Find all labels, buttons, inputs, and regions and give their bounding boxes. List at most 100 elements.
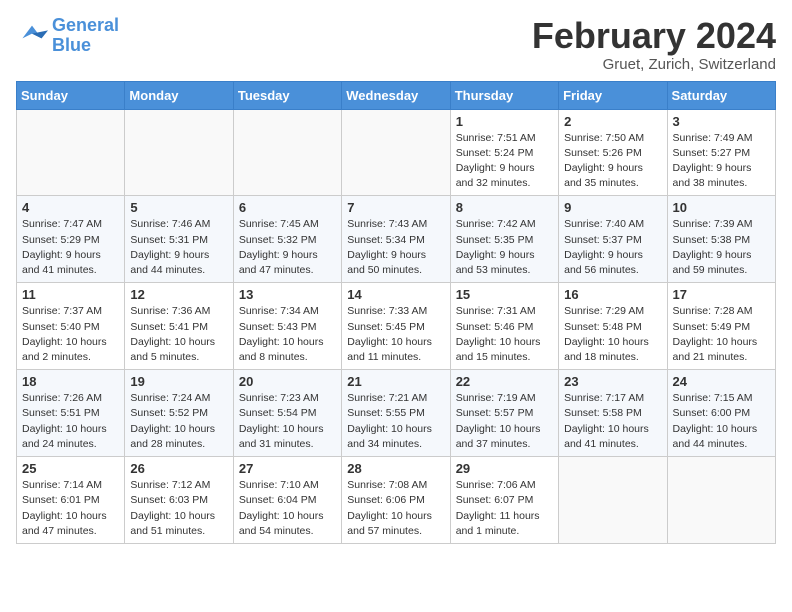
location: Gruet, Zurich, Switzerland <box>532 56 776 73</box>
day-info: Sunrise: 7:29 AM Sunset: 5:48 PM Dayligh… <box>564 304 661 365</box>
logo-general: General <box>52 15 119 35</box>
calendar-cell: 6Sunrise: 7:45 AM Sunset: 5:32 PM Daylig… <box>233 196 341 283</box>
calendar-cell: 20 Sunrise: 7:23 AM Sunset: 5:54 PM Dayli… <box>233 370 341 457</box>
column-header-saturday: Saturday <box>667 81 775 109</box>
calendar-cell: 26 Sunrise: 7:12 AM Sunset: 6:03 PM Dayli… <box>125 457 233 544</box>
page-header: General Blue February 2024 Gruet, Zurich… <box>16 16 776 73</box>
day-number: 18 <box>22 374 119 389</box>
day-number: 3 <box>673 114 770 129</box>
calendar-cell: 16Sunrise: 7:29 AM Sunset: 5:48 PM Dayli… <box>559 283 667 370</box>
calendar-week-row: 11Sunrise: 7:37 AM Sunset: 5:40 PM Dayli… <box>17 283 776 370</box>
calendar-cell: 3 Sunrise: 7:49 AM Sunset: 5:27 PM Daylig… <box>667 109 775 196</box>
day-number: 21 <box>347 374 444 389</box>
calendar-cell: 29 Sunrise: 7:06 AM Sunset: 6:07 PM Dayli… <box>450 457 558 544</box>
calendar-cell: 8 Sunrise: 7:42 AM Sunset: 5:35 PM Daylig… <box>450 196 558 283</box>
day-number: 9 <box>564 200 661 215</box>
calendar-cell: 5 Sunrise: 7:46 AM Sunset: 5:31 PM Daylig… <box>125 196 233 283</box>
calendar-cell <box>125 109 233 196</box>
day-number: 23 <box>564 374 661 389</box>
day-info: Sunrise: 7:49 AM Sunset: 5:27 PM Dayligh… <box>673 131 770 192</box>
day-number: 22 <box>456 374 553 389</box>
logo-blue: Blue <box>52 35 91 55</box>
day-info: Sunrise: 7:06 AM Sunset: 6:07 PM Dayligh… <box>456 478 553 539</box>
day-number: 28 <box>347 461 444 476</box>
column-header-wednesday: Wednesday <box>342 81 450 109</box>
calendar-cell: 4Sunrise: 7:47 AM Sunset: 5:29 PM Daylig… <box>17 196 125 283</box>
calendar-cell: 10 Sunrise: 7:39 AM Sunset: 5:38 PM Dayli… <box>667 196 775 283</box>
day-info: Sunrise: 7:31 AM Sunset: 5:46 PM Dayligh… <box>456 304 553 365</box>
calendar-cell: 2 Sunrise: 7:50 AM Sunset: 5:26 PM Daylig… <box>559 109 667 196</box>
day-info: Sunrise: 7:39 AM Sunset: 5:38 PM Dayligh… <box>673 217 770 278</box>
calendar-header-row: SundayMondayTuesdayWednesdayThursdayFrid… <box>17 81 776 109</box>
day-info: Sunrise: 7:23 AM Sunset: 5:54 PM Dayligh… <box>239 391 336 452</box>
day-info: Sunrise: 7:51 AM Sunset: 5:24 PM Dayligh… <box>456 131 553 192</box>
day-info: Sunrise: 7:36 AM Sunset: 5:41 PM Dayligh… <box>130 304 227 365</box>
day-number: 6 <box>239 200 336 215</box>
day-number: 27 <box>239 461 336 476</box>
day-number: 5 <box>130 200 227 215</box>
calendar-cell: 11Sunrise: 7:37 AM Sunset: 5:40 PM Dayli… <box>17 283 125 370</box>
title-block: February 2024 Gruet, Zurich, Switzerland <box>532 16 776 73</box>
day-number: 7 <box>347 200 444 215</box>
month-title: February 2024 <box>532 16 776 56</box>
calendar-cell: 9 Sunrise: 7:40 AM Sunset: 5:37 PM Daylig… <box>559 196 667 283</box>
day-number: 12 <box>130 287 227 302</box>
day-number: 29 <box>456 461 553 476</box>
day-info: Sunrise: 7:21 AM Sunset: 5:55 PM Dayligh… <box>347 391 444 452</box>
calendar-cell: 19 Sunrise: 7:24 AM Sunset: 5:52 PM Dayli… <box>125 370 233 457</box>
column-header-sunday: Sunday <box>17 81 125 109</box>
day-info: Sunrise: 7:19 AM Sunset: 5:57 PM Dayligh… <box>456 391 553 452</box>
calendar-cell <box>17 109 125 196</box>
calendar-cell: 7 Sunrise: 7:43 AM Sunset: 5:34 PM Daylig… <box>342 196 450 283</box>
calendar-cell: 13Sunrise: 7:34 AM Sunset: 5:43 PM Dayli… <box>233 283 341 370</box>
calendar-cell: 14Sunrise: 7:33 AM Sunset: 5:45 PM Dayli… <box>342 283 450 370</box>
day-number: 1 <box>456 114 553 129</box>
logo: General Blue <box>16 16 119 56</box>
column-header-tuesday: Tuesday <box>233 81 341 109</box>
day-number: 26 <box>130 461 227 476</box>
calendar-cell: 25Sunrise: 7:14 AM Sunset: 6:01 PM Dayli… <box>17 457 125 544</box>
day-number: 4 <box>22 200 119 215</box>
column-header-monday: Monday <box>125 81 233 109</box>
calendar-cell: 21 Sunrise: 7:21 AM Sunset: 5:55 PM Dayli… <box>342 370 450 457</box>
calendar-cell: 22 Sunrise: 7:19 AM Sunset: 5:57 PM Dayli… <box>450 370 558 457</box>
day-number: 2 <box>564 114 661 129</box>
day-number: 19 <box>130 374 227 389</box>
day-number: 25 <box>22 461 119 476</box>
day-info: Sunrise: 7:26 AM Sunset: 5:51 PM Dayligh… <box>22 391 119 452</box>
calendar-cell <box>342 109 450 196</box>
day-info: Sunrise: 7:50 AM Sunset: 5:26 PM Dayligh… <box>564 131 661 192</box>
day-number: 20 <box>239 374 336 389</box>
day-info: Sunrise: 7:34 AM Sunset: 5:43 PM Dayligh… <box>239 304 336 365</box>
logo-icon <box>16 22 48 50</box>
calendar-cell: 28 Sunrise: 7:08 AM Sunset: 6:06 PM Dayli… <box>342 457 450 544</box>
day-info: Sunrise: 7:17 AM Sunset: 5:58 PM Dayligh… <box>564 391 661 452</box>
day-info: Sunrise: 7:33 AM Sunset: 5:45 PM Dayligh… <box>347 304 444 365</box>
day-number: 15 <box>456 287 553 302</box>
day-info: Sunrise: 7:46 AM Sunset: 5:31 PM Dayligh… <box>130 217 227 278</box>
calendar-cell: 23 Sunrise: 7:17 AM Sunset: 5:58 PM Dayli… <box>559 370 667 457</box>
calendar-cell: 17Sunrise: 7:28 AM Sunset: 5:49 PM Dayli… <box>667 283 775 370</box>
calendar-cell: 1 Sunrise: 7:51 AM Sunset: 5:24 PM Daylig… <box>450 109 558 196</box>
day-info: Sunrise: 7:24 AM Sunset: 5:52 PM Dayligh… <box>130 391 227 452</box>
day-number: 8 <box>456 200 553 215</box>
calendar-week-row: 4Sunrise: 7:47 AM Sunset: 5:29 PM Daylig… <box>17 196 776 283</box>
day-info: Sunrise: 7:12 AM Sunset: 6:03 PM Dayligh… <box>130 478 227 539</box>
day-info: Sunrise: 7:15 AM Sunset: 6:00 PM Dayligh… <box>673 391 770 452</box>
day-info: Sunrise: 7:40 AM Sunset: 5:37 PM Dayligh… <box>564 217 661 278</box>
calendar-cell: 24 Sunrise: 7:15 AM Sunset: 6:00 PM Dayli… <box>667 370 775 457</box>
day-info: Sunrise: 7:08 AM Sunset: 6:06 PM Dayligh… <box>347 478 444 539</box>
day-number: 24 <box>673 374 770 389</box>
calendar-cell <box>559 457 667 544</box>
day-info: Sunrise: 7:10 AM Sunset: 6:04 PM Dayligh… <box>239 478 336 539</box>
calendar-week-row: 18 Sunrise: 7:26 AM Sunset: 5:51 PM Dayli… <box>17 370 776 457</box>
day-number: 17 <box>673 287 770 302</box>
day-info: Sunrise: 7:43 AM Sunset: 5:34 PM Dayligh… <box>347 217 444 278</box>
column-header-thursday: Thursday <box>450 81 558 109</box>
calendar-cell: 12 Sunrise: 7:36 AM Sunset: 5:41 PM Dayli… <box>125 283 233 370</box>
calendar-table: SundayMondayTuesdayWednesdayThursdayFrid… <box>16 81 776 544</box>
day-info: Sunrise: 7:42 AM Sunset: 5:35 PM Dayligh… <box>456 217 553 278</box>
calendar-cell: 27 Sunrise: 7:10 AM Sunset: 6:04 PM Dayli… <box>233 457 341 544</box>
day-number: 10 <box>673 200 770 215</box>
calendar-cell <box>233 109 341 196</box>
